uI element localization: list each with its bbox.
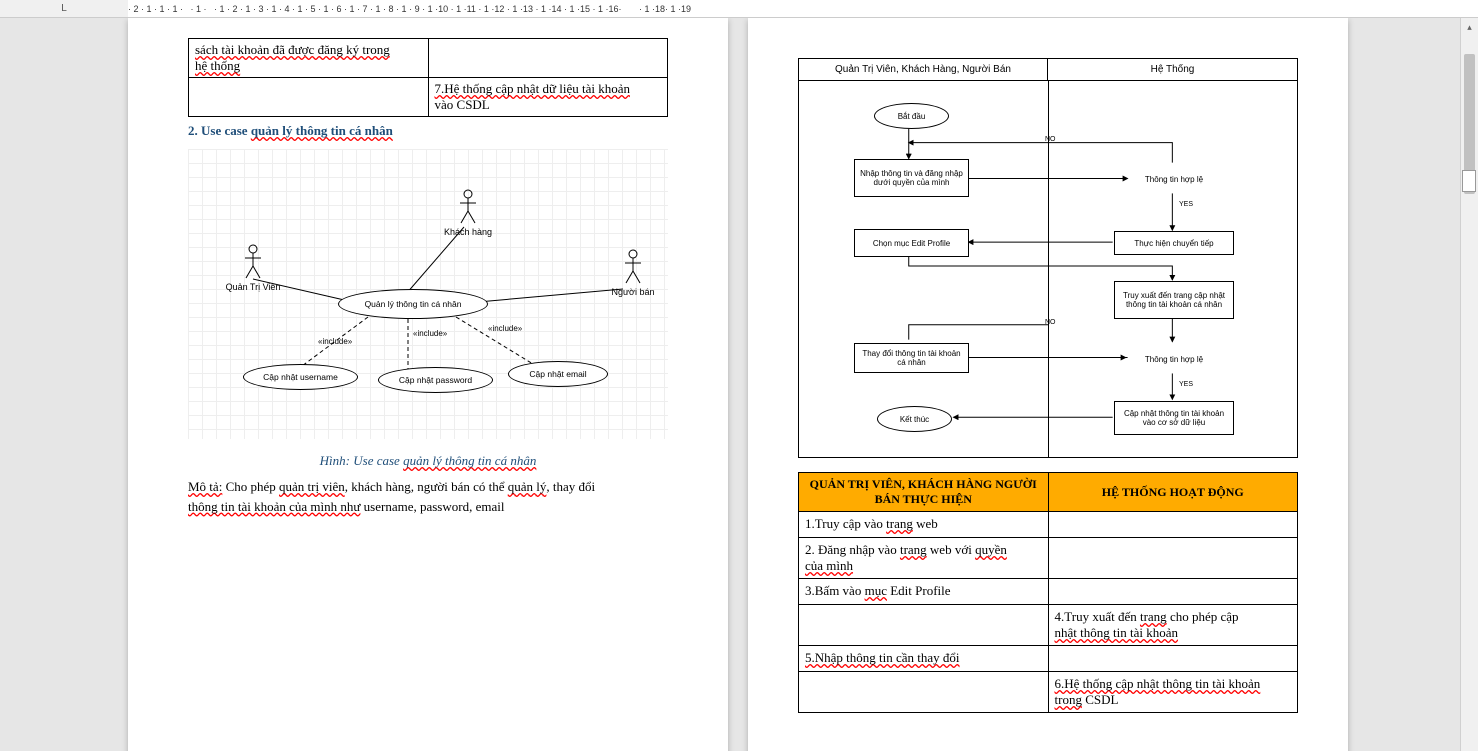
- flow-no: NO: [1045, 136, 1056, 143]
- actor-admin: Quản Trị Viên: [218, 244, 288, 292]
- desc-text: , thay đổi: [546, 479, 595, 494]
- flow-box: Truy xuất đến trang cập nhật thông tin t…: [1114, 281, 1234, 319]
- minimap-icon[interactable]: [1462, 170, 1476, 192]
- include-label: «include»: [318, 337, 352, 346]
- table-cell[interactable]: 6.Hệ thống cập nhật thông tin tài khoảnt…: [1048, 672, 1298, 713]
- usecase-main: Quản lý thông tin cá nhân: [338, 289, 488, 319]
- desc-text: Cho phép: [222, 479, 279, 494]
- person-icon: [622, 249, 644, 285]
- section-heading[interactable]: 2. Use case quản lý thông tin cá nhân: [188, 123, 668, 139]
- table-cell[interactable]: 4.Truy xuất đến trang cho phép cậpnhật t…: [1048, 605, 1298, 646]
- use-case-diagram: Quản Trị Viên Khách hàng Người bán Quản …: [188, 149, 668, 439]
- caption-text: quản lý thông tin cá nhân: [403, 453, 536, 468]
- flow-yes: YES: [1179, 381, 1193, 388]
- flow-yes: YES: [1179, 201, 1193, 208]
- table-cell[interactable]: [1048, 512, 1298, 538]
- figure-caption[interactable]: Hình: Use case quản lý thông tin cá nhân: [188, 453, 668, 469]
- top-table: sách tài khoản đã được đăng ký trong hệ …: [188, 38, 668, 117]
- flow-box: Chọn mục Edit Profile: [854, 229, 969, 257]
- description-paragraph[interactable]: Mô tả: Cho phép quản trị viên, khách hàn…: [188, 477, 668, 516]
- decision: Thông tin hợp lệ: [1129, 163, 1219, 195]
- usecase-email: Cập nhật email: [508, 361, 608, 387]
- cell-text: 7.Hệ thống cập nhật dữ liệu tài khoản: [435, 81, 631, 96]
- decision: Thông tin hợp lệ: [1129, 343, 1219, 375]
- actor-label: Quản Trị Viên: [218, 282, 288, 292]
- usecase-password: Cập nhật password: [378, 367, 493, 393]
- usecase-username: Cập nhật username: [243, 364, 358, 390]
- table-cell[interactable]: sách tài khoản đã được đăng ký trong hệ …: [189, 39, 429, 78]
- desc-text: username, password, email: [360, 499, 504, 514]
- cell-text: vào CSDL: [435, 97, 490, 112]
- actor-label: Người bán: [598, 287, 668, 297]
- table-cell[interactable]: [799, 672, 1049, 713]
- person-icon: [457, 189, 479, 225]
- flow-box: Nhập thông tin và đăng nhập dưới quyền c…: [854, 159, 969, 197]
- swimlane-diagram: Quản Trị Viên, Khách Hàng, Người Bán Hệ …: [798, 58, 1298, 458]
- document-canvas: sách tài khoản đã được đăng ký trong hệ …: [0, 18, 1460, 751]
- table-cell[interactable]: 2. Đăng nhập vào trang web với quyềncủa …: [799, 538, 1049, 579]
- col-header: HỆ THỐNG HOẠT ĐỘNG: [1048, 473, 1298, 512]
- page-2[interactable]: Quản Trị Viên, Khách Hàng, Người Bán Hệ …: [748, 18, 1348, 751]
- table-cell[interactable]: 3.Bấm vào mục Edit Profile: [799, 579, 1049, 605]
- desc-text: , khách hàng, người bán có thể: [345, 479, 508, 494]
- lane-header-right: Hệ Thống: [1048, 59, 1297, 80]
- include-label: «include»: [413, 329, 447, 338]
- flow-no: NO: [1045, 319, 1056, 326]
- desc-text: thông tin tài khoản của mình như: [188, 499, 360, 514]
- horizontal-ruler: · 2 · 1 · 1 · 1 · · 1 · · 1 · 2 · 1 · 3 …: [128, 0, 1478, 18]
- vertical-scrollbar[interactable]: ▴: [1460, 18, 1478, 751]
- table-cell[interactable]: [1048, 538, 1298, 579]
- desc-text: quản trị viên: [279, 479, 345, 494]
- flow-box: Thay đổi thông tin tài khoản cá nhân: [854, 343, 969, 373]
- table-cell[interactable]: 1.Truy cập vào trang web: [799, 512, 1049, 538]
- ruler-corner: L: [0, 0, 128, 18]
- col-header: QUẢN TRỊ VIÊN, KHÁCH HÀNG NGƯỜI BÁN THỰC…: [799, 473, 1049, 512]
- desc-label: Mô tả:: [188, 479, 222, 494]
- cell-text: hệ thống: [195, 58, 240, 73]
- table-cell[interactable]: [1048, 579, 1298, 605]
- steps-table: QUẢN TRỊ VIÊN, KHÁCH HÀNG NGƯỜI BÁN THỰC…: [798, 472, 1298, 713]
- actor-customer: Khách hàng: [433, 189, 503, 237]
- desc-text: quản lý: [508, 479, 547, 494]
- heading-number: 2. Use case: [188, 123, 251, 138]
- caption-text: Hình: Use case: [320, 453, 403, 468]
- table-cell[interactable]: [1048, 646, 1298, 672]
- include-label: «include»: [488, 324, 522, 333]
- person-icon: [242, 244, 264, 280]
- table-cell[interactable]: [428, 39, 668, 78]
- flow-box: Cập nhật thông tin tài khoản vào cơ sở d…: [1114, 401, 1234, 435]
- table-cell[interactable]: 7.Hệ thống cập nhật dữ liệu tài khoản và…: [428, 78, 668, 117]
- end-node: Kết thúc: [877, 406, 952, 432]
- actor-label: Khách hàng: [433, 227, 503, 237]
- table-cell[interactable]: [799, 605, 1049, 646]
- table-cell[interactable]: [189, 78, 429, 117]
- flow-box: Thực hiện chuyển tiếp: [1114, 231, 1234, 255]
- page-1[interactable]: sách tài khoản đã được đăng ký trong hệ …: [128, 18, 728, 751]
- lane-header-left: Quản Trị Viên, Khách Hàng, Người Bán: [799, 59, 1048, 80]
- start-node: Bắt đầu: [874, 103, 949, 129]
- heading-text: quản lý thông tin cá nhân: [251, 123, 393, 138]
- scroll-up-icon[interactable]: ▴: [1461, 18, 1478, 36]
- table-cell[interactable]: 5.Nhập thông tin cần thay đổi: [799, 646, 1049, 672]
- actor-seller: Người bán: [598, 249, 668, 297]
- cell-text: sách tài khoản đã được đăng ký trong: [195, 42, 390, 57]
